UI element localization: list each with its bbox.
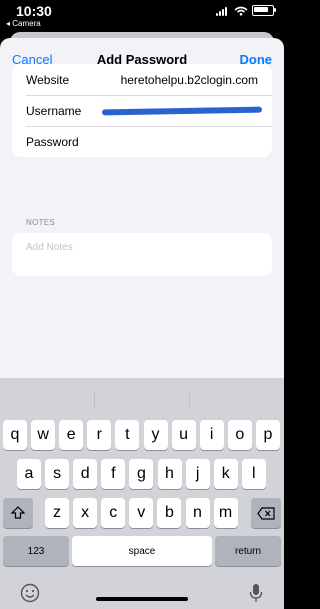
key-s[interactable]: s bbox=[45, 459, 70, 489]
key-u[interactable]: u bbox=[171, 420, 196, 450]
username-row[interactable]: Username bbox=[12, 95, 272, 126]
delete-icon bbox=[257, 506, 275, 520]
key-m[interactable]: m bbox=[213, 498, 238, 528]
website-row[interactable]: Website heretohelpu.b2clogin.com bbox=[12, 64, 272, 95]
signal-icon bbox=[216, 6, 230, 16]
back-to-app-link[interactable]: ◂ Camera bbox=[6, 19, 41, 28]
website-field[interactable]: heretohelpu.b2clogin.com bbox=[121, 73, 258, 87]
credentials-form: Website heretohelpu.b2clogin.com Usernam… bbox=[12, 64, 272, 157]
suggestion-divider bbox=[94, 393, 95, 407]
key-r[interactable]: r bbox=[87, 420, 112, 450]
keyboard bbox=[0, 378, 284, 609]
status-icons bbox=[216, 5, 276, 16]
key-y[interactable]: y bbox=[143, 420, 168, 450]
key-j[interactable]: j bbox=[185, 459, 210, 489]
key-o[interactable]: o bbox=[227, 420, 252, 450]
return-key[interactable]: return bbox=[215, 536, 281, 566]
notes-header: NOTES bbox=[26, 218, 56, 227]
battery-icon bbox=[252, 5, 276, 16]
key-t[interactable]: t bbox=[115, 420, 140, 450]
key-n[interactable]: n bbox=[185, 498, 210, 528]
key-l[interactable]: l bbox=[241, 459, 266, 489]
key-g[interactable]: g bbox=[129, 459, 154, 489]
shift-key[interactable] bbox=[3, 498, 33, 528]
key-b[interactable]: b bbox=[157, 498, 182, 528]
suggestion-divider bbox=[189, 393, 190, 407]
home-indicator[interactable] bbox=[96, 597, 188, 601]
key-d[interactable]: d bbox=[73, 459, 98, 489]
username-redaction bbox=[101, 106, 263, 116]
status-bar: 10:30 ◂ Camera bbox=[0, 0, 284, 32]
key-z[interactable]: z bbox=[45, 498, 69, 528]
key-a[interactable]: a bbox=[17, 459, 41, 489]
key-x[interactable]: x bbox=[73, 498, 98, 528]
emoji-icon[interactable] bbox=[20, 583, 40, 603]
website-label: Website bbox=[26, 73, 70, 87]
key-h[interactable]: h bbox=[157, 459, 182, 489]
password-row[interactable]: Password bbox=[12, 126, 272, 157]
numbers-key[interactable]: 123 bbox=[3, 536, 69, 566]
key-f[interactable]: f bbox=[101, 459, 126, 489]
microphone-icon[interactable] bbox=[246, 583, 266, 603]
password-label: Password bbox=[26, 135, 79, 149]
wifi-icon bbox=[234, 6, 248, 16]
space-key[interactable]: space bbox=[72, 536, 212, 566]
key-w[interactable]: w bbox=[31, 420, 56, 450]
status-time: 10:30 bbox=[16, 3, 52, 19]
username-label: Username bbox=[26, 104, 82, 118]
key-q[interactable]: q bbox=[3, 420, 27, 450]
key-p[interactable]: p bbox=[255, 420, 280, 450]
notes-field[interactable]: Add Notes bbox=[12, 233, 272, 276]
key-v[interactable]: v bbox=[129, 498, 154, 528]
key-c[interactable]: c bbox=[101, 498, 126, 528]
key-e[interactable]: e bbox=[59, 420, 84, 450]
notes-placeholder: Add Notes bbox=[26, 242, 73, 253]
key-k[interactable]: k bbox=[213, 459, 238, 489]
shift-icon bbox=[11, 506, 25, 519]
delete-key[interactable] bbox=[251, 498, 281, 528]
key-i[interactable]: i bbox=[199, 420, 224, 450]
